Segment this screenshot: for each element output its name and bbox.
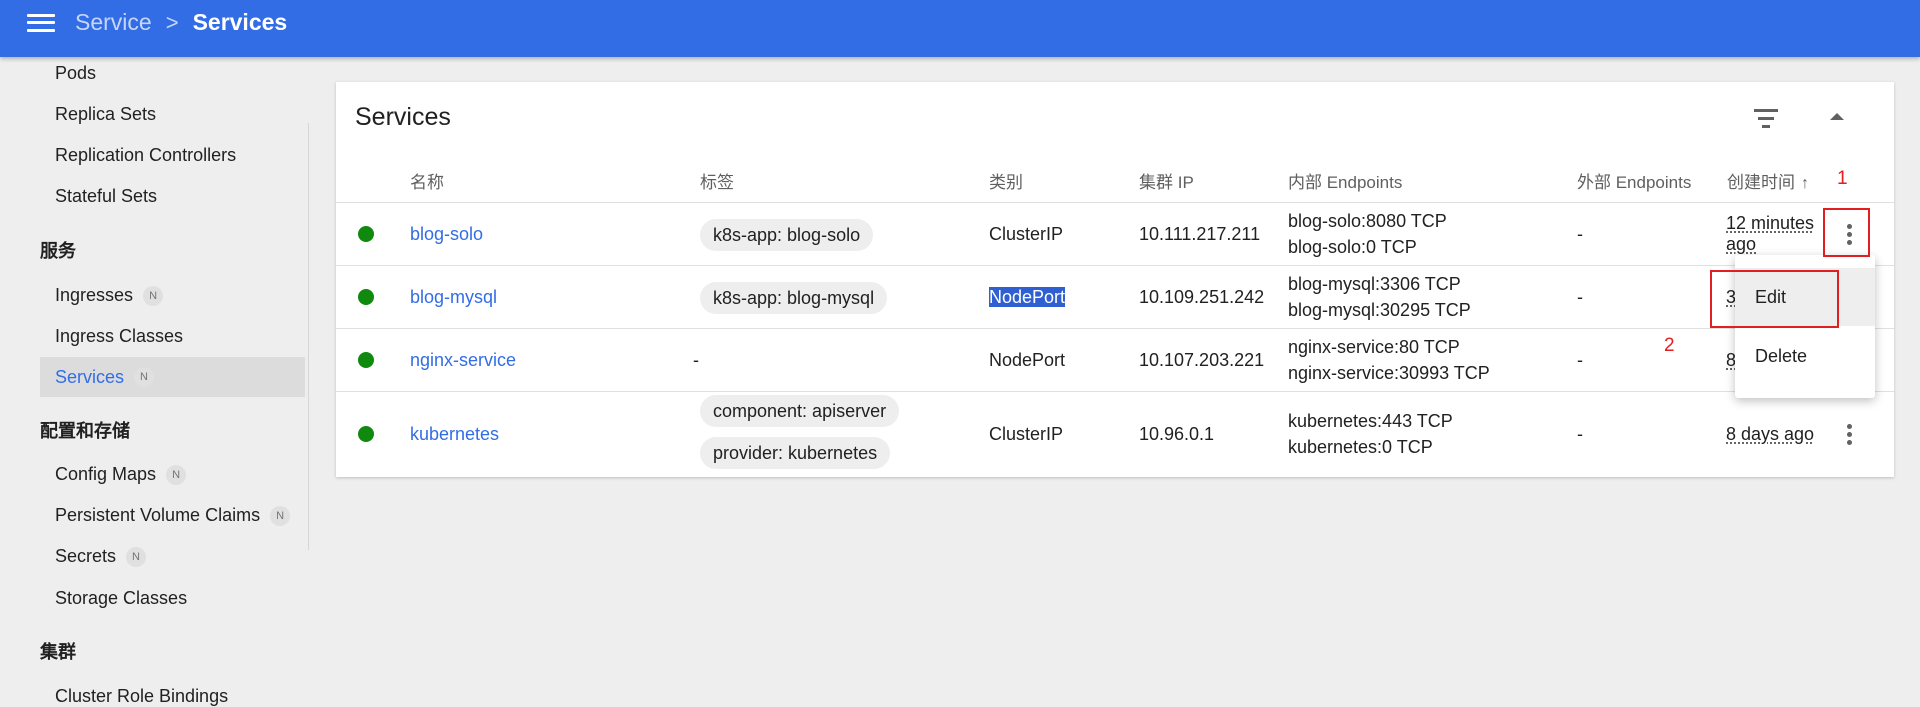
sidebar-item-cluster-role-bindings[interactable]: Cluster Role Bindings (55, 686, 228, 707)
label-chip: k8s-app: blog-solo (700, 219, 874, 251)
sort-ascending-icon: ↑ (1801, 175, 1809, 192)
cluster-ip: 10.111.217.211 (1139, 224, 1261, 244)
service-type: NodePort (989, 287, 1066, 308)
column-header-created[interactable]: 创建时间 ↑ (1727, 168, 1809, 193)
sidebar-item-secrets[interactable]: Secrets N (55, 546, 147, 567)
row-divider (336, 328, 1894, 329)
internal-endpoint: blog-solo:0 TCP (1288, 237, 1417, 257)
internal-endpoint: blog-solo:8080 TCP (1288, 211, 1447, 231)
service-name-link[interactable]: blog-mysql (410, 287, 497, 308)
annotation-box-kebab (1823, 208, 1870, 257)
service-type: ClusterIP (989, 424, 1064, 444)
sidebar-item-storage-classes[interactable]: Storage Classes (55, 588, 187, 609)
annotation-number: 2 (1664, 335, 1675, 356)
internal-endpoint: nginx-service:80 TCP (1288, 337, 1460, 357)
service-type: NodePort (989, 350, 1066, 370)
created-time: ago (1726, 234, 1757, 254)
created-time: 8 days ago (1726, 424, 1815, 444)
namespaced-badge: N (166, 464, 187, 485)
sidebar-item-persistent-volume-claims[interactable]: Persistent Volume Claims N (55, 505, 291, 526)
service-name-link[interactable]: kubernetes (410, 424, 499, 445)
namespaced-badge: N (270, 505, 291, 526)
column-header-internal-endpoints: 内部 Endpoints (1288, 173, 1403, 192)
annotation-box-edit (1710, 270, 1839, 328)
internal-endpoint: nginx-service:30993 TCP (1288, 363, 1490, 383)
service-name-link[interactable]: blog-solo (410, 224, 483, 245)
sidebar-divider (308, 123, 309, 550)
filter-icon[interactable] (1753, 109, 1779, 129)
labels-empty: - (693, 350, 699, 370)
breadcrumb-current: Services (192, 9, 288, 35)
breadcrumb-separator: > (165, 9, 179, 35)
top-bar: Service > Services (0, 0, 1920, 57)
row-actions-kebab-icon[interactable] (1837, 422, 1861, 446)
internal-endpoint: blog-mysql:3306 TCP (1288, 274, 1461, 294)
breadcrumb-parent-link[interactable]: Service (75, 9, 152, 36)
column-header-name[interactable]: 名称 (410, 168, 444, 193)
status-ok-icon (358, 426, 374, 442)
external-endpoints: - (1577, 287, 1583, 307)
header-divider (336, 202, 1894, 203)
menu-item-delete[interactable]: Delete (1735, 327, 1875, 385)
card-title: Services (355, 103, 451, 131)
row-divider (336, 391, 1894, 392)
row-divider (336, 265, 1894, 266)
sidebar-item-services[interactable]: Services N (40, 357, 305, 397)
label-chip: k8s-app: blog-mysql (700, 282, 888, 314)
namespaced-badge: N (143, 285, 164, 306)
sidebar: Pods Replica Sets Replication Controller… (0, 57, 310, 706)
collapse-arrow-icon[interactable] (1830, 113, 1844, 120)
created-time: 12 minutes (1726, 213, 1815, 233)
status-ok-icon (358, 289, 374, 305)
sidebar-item-ingress-classes[interactable]: Ingress Classes (55, 326, 183, 347)
hamburger-menu-icon[interactable] (27, 13, 55, 33)
column-header-external-endpoints: 外部 Endpoints (1577, 173, 1692, 192)
breadcrumb: Service > Services (75, 9, 287, 36)
internal-endpoint: kubernetes:443 TCP (1288, 411, 1453, 431)
cluster-ip: 10.96.0.1 (1139, 424, 1215, 444)
cluster-ip: 10.109.251.242 (1139, 287, 1265, 307)
internal-endpoint: kubernetes:0 TCP (1288, 437, 1433, 457)
sidebar-item-stateful-sets[interactable]: Stateful Sets (55, 186, 157, 207)
external-endpoints: - (1577, 224, 1583, 244)
label-chip: provider: kubernetes (700, 437, 891, 469)
sidebar-item-replication-controllers[interactable]: Replication Controllers (55, 145, 236, 166)
column-header-labels: 标签 (700, 173, 734, 192)
status-ok-icon (358, 352, 374, 368)
external-endpoints: - (1577, 424, 1583, 444)
cluster-ip: 10.107.203.221 (1139, 350, 1265, 370)
services-card: Services 名称 标签 类别 集群 IP 内部 Endpoints 外部 … (336, 82, 1894, 477)
annotation-number: 1 (1837, 168, 1848, 189)
internal-endpoint: blog-mysql:30295 TCP (1288, 300, 1471, 320)
namespaced-badge: N (126, 546, 147, 567)
column-header-type: 类别 (989, 173, 1023, 192)
selected-text: NodePort (989, 287, 1066, 307)
sidebar-item-config-maps[interactable]: Config Maps N (55, 464, 187, 485)
status-ok-icon (358, 226, 374, 242)
sidebar-section-service: 服务 (40, 241, 76, 261)
sidebar-item-ingresses[interactable]: Ingresses N (55, 285, 164, 306)
namespaced-badge: N (134, 367, 155, 387)
column-header-cluster-ip: 集群 IP (1139, 173, 1194, 192)
sidebar-item-pods[interactable]: Pods (55, 63, 96, 84)
external-endpoints: - (1577, 350, 1583, 370)
sidebar-item-replica-sets[interactable]: Replica Sets (55, 104, 156, 125)
label-chip: component: apiserver (700, 395, 900, 427)
service-name-link[interactable]: nginx-service (410, 350, 516, 371)
service-type: ClusterIP (989, 224, 1064, 244)
sidebar-section-config-storage: 配置和存储 (40, 421, 130, 441)
sidebar-section-cluster: 集群 (40, 642, 76, 662)
